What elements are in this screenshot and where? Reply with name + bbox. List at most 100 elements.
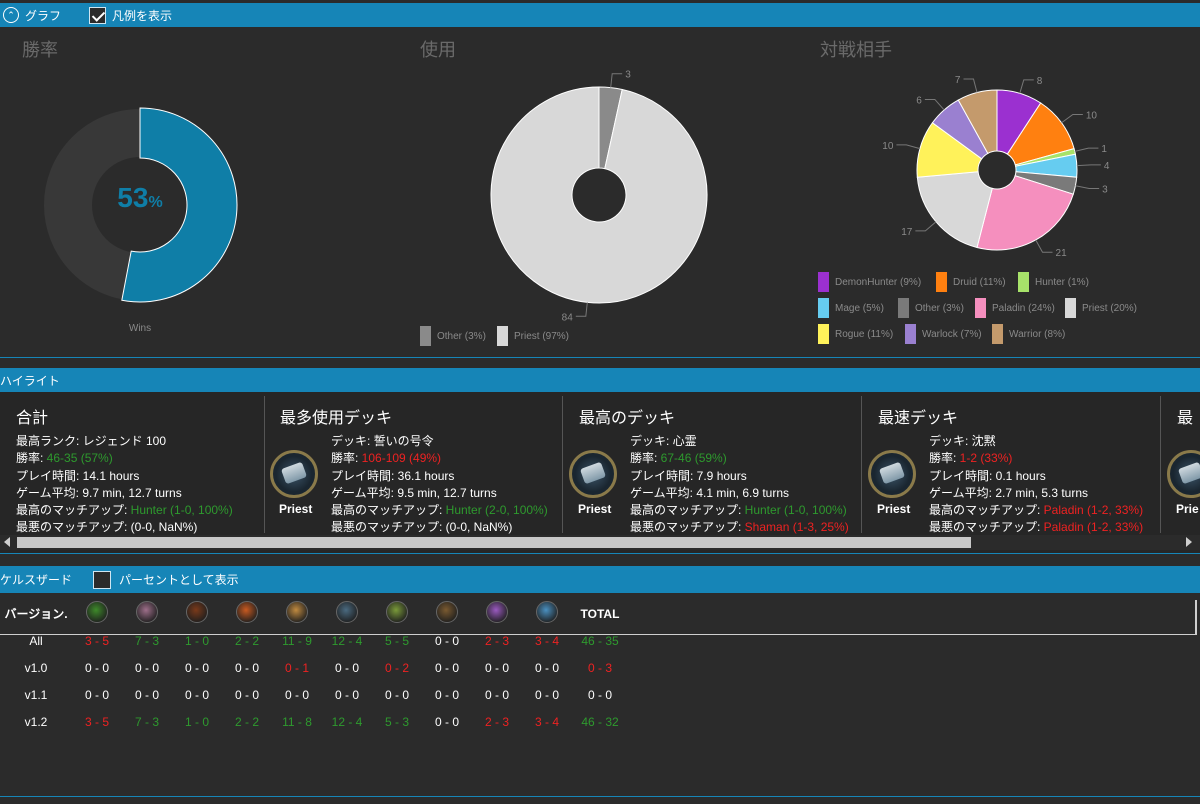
table-row: v1.1 0 - 0 0 - 0 0 - 0 0 - 0 0 - 0 0 - 0 0 - 0 0… <box>0 681 628 708</box>
winrate-percent-sign: % <box>148 194 163 211</box>
scrollbar-thumb[interactable] <box>17 537 971 548</box>
legend-swatch <box>1065 298 1076 318</box>
winrate-label: 勝率: <box>630 451 661 466</box>
legend-swatch <box>992 324 1003 344</box>
winrate-value: 1-2 (33%) <box>959 451 1013 466</box>
deck-class-label: Priest <box>279 502 313 516</box>
version-cell: v1.1 <box>24 687 48 702</box>
opponents-pie: 8 10 1 4 3 21 17 10 6 7 <box>882 75 1110 259</box>
matchup-cell: 2 - 3 <box>484 633 509 648</box>
class-column-header[interactable] <box>372 600 422 627</box>
winrate-value: 67-46 (59%) <box>660 451 727 466</box>
winrate-label: 勝率: <box>331 451 362 466</box>
matchup-cell: 3 - 4 <box>534 714 559 729</box>
highlight-most-used: 最多使用デッキ Priest デッキ: 誓いの号令 勝率: 106-109 (4… <box>265 396 563 534</box>
legend-label: Priest (20%) <box>1082 302 1138 314</box>
matchups-header-divider <box>0 634 1196 635</box>
winrate-value: 46-35 (57%) <box>46 451 113 466</box>
version-header[interactable]: バージョン. <box>0 600 72 627</box>
deck-line: デッキ: 沈黙 <box>929 433 1143 450</box>
collapse-chevron-icon[interactable]: ⌃ <box>3 7 19 23</box>
playtime-value: 36.1 hours <box>397 468 455 483</box>
best-matchup-line: 最高のマッチアップ: Hunter (1-0, 100%) <box>16 502 233 519</box>
total-header[interactable]: TOTAL <box>572 600 628 627</box>
usage-leader-line <box>610 73 623 88</box>
scroll-left-arrow-icon[interactable] <box>4 537 10 547</box>
best-matchup-label: 最高のマッチアップ: <box>630 503 745 518</box>
winrate-label: 勝率: <box>929 451 960 466</box>
class-column-header[interactable] <box>172 600 222 627</box>
winrate-line: 勝率: 67-46 (59%) <box>630 450 849 467</box>
deck-line: デッキ: 心霊 <box>630 433 849 450</box>
winrate-value: 106-109 (49%) <box>361 451 442 466</box>
scroll-right-arrow-icon[interactable] <box>1186 537 1192 547</box>
avg-label: ゲーム平均: <box>16 485 83 500</box>
usage-title: 使用 <box>420 40 456 60</box>
best-matchup-line: 最高のマッチアップ: Hunter (1-0, 100%) <box>630 502 849 519</box>
winrate-value: 53% <box>110 182 170 214</box>
worst-matchup-value: Shaman (1-3, 25%) <box>744 520 849 535</box>
highlights-scrollbar[interactable] <box>0 535 1200 550</box>
avg-value: 4.1 min, 6.9 turns <box>696 485 790 500</box>
playtime-label: プレイ時間: <box>16 468 83 483</box>
class-column-header[interactable] <box>322 600 372 627</box>
opponents-value-label: 7 <box>955 75 961 86</box>
opponents-leader-line <box>1076 164 1101 167</box>
demonhunter-icon <box>536 601 558 623</box>
playtime-label: プレイ時間: <box>929 468 996 483</box>
rank-line: 最高ランク: レジェンド 100 <box>16 433 233 450</box>
show-legend-checkbox[interactable] <box>89 6 107 24</box>
matchups-header-divider-end <box>1195 600 1197 635</box>
class-column-header[interactable] <box>272 600 322 627</box>
matchup-cell: 0 - 0 <box>84 660 109 675</box>
matchup-cell: 0 - 1 <box>284 660 309 675</box>
matchup-cell: 0 - 0 <box>184 687 209 702</box>
legend-label: Druid (11%) <box>953 276 1006 288</box>
legend-swatch <box>818 298 829 318</box>
matchup-cell: 0 - 0 <box>234 660 259 675</box>
percent-checkbox[interactable] <box>93 570 112 589</box>
opponents-value-label: 8 <box>1037 76 1043 87</box>
winrate-number: 53 <box>117 182 149 213</box>
matchup-cell: 12 - 4 <box>331 633 363 648</box>
matchup-cell: 0 - 0 <box>484 660 509 675</box>
class-column-header[interactable] <box>422 600 472 627</box>
opponents-leader-line <box>1019 79 1034 94</box>
separator <box>0 796 1200 797</box>
legend-label: Priest (97%) <box>514 330 570 342</box>
legend-label: Other (3%) <box>437 330 486 342</box>
best-matchup-value: Hunter (1-0, 100%) <box>130 503 233 518</box>
matchup-cell: 0 - 0 <box>334 660 359 675</box>
priest-deck-icon <box>569 450 617 498</box>
matchup-cell: 0 - 0 <box>384 687 409 702</box>
highlight-partial: 最 Prie <box>1161 396 1200 533</box>
winrate-label: 勝率: <box>16 451 47 466</box>
class-column-header[interactable] <box>472 600 522 627</box>
class-column-header[interactable] <box>72 600 122 627</box>
usage-slice[interactable] <box>490 86 708 304</box>
playtime-line: プレイ時間: 36.1 hours <box>331 468 548 485</box>
opponents-legend-item: Paladin (24%) <box>975 298 1055 318</box>
matchup-cell: 2 - 2 <box>234 633 259 648</box>
deck-value: 沈黙 <box>971 434 996 448</box>
class-column-header[interactable] <box>522 600 572 627</box>
class-column-header[interactable] <box>222 600 272 627</box>
class-column-header[interactable] <box>122 600 172 627</box>
matchup-cell: 11 - 9 <box>282 633 312 648</box>
legend-swatch <box>936 272 947 292</box>
highlight-title: 合計 <box>16 410 49 427</box>
matchup-cell: 3 - 5 <box>84 633 109 648</box>
winrate-line: 勝率: 46-35 (57%) <box>16 450 233 467</box>
opponents-value-label: 1 <box>1101 144 1107 155</box>
matchups-body: All 3 - 5 7 - 3 1 - 0 2 - 2 11 - 9 12 - 4 5 - 5… <box>0 627 628 735</box>
separator <box>0 357 1200 358</box>
legend-swatch <box>818 324 829 344</box>
avg-line: ゲーム平均: 2.7 min, 5.3 turns <box>929 485 1143 502</box>
matchup-cell: 7 - 3 <box>134 633 159 648</box>
matchup-cell: 1 - 0 <box>184 714 209 729</box>
mage-icon <box>186 601 208 623</box>
matchup-cell: 0 - 0 <box>434 687 459 702</box>
worst-matchup-value: (0-0, NaN%) <box>130 520 198 535</box>
avg-value: 9.5 min, 12.7 turns <box>397 485 497 500</box>
legend-label: Paladin (24%) <box>992 302 1055 314</box>
